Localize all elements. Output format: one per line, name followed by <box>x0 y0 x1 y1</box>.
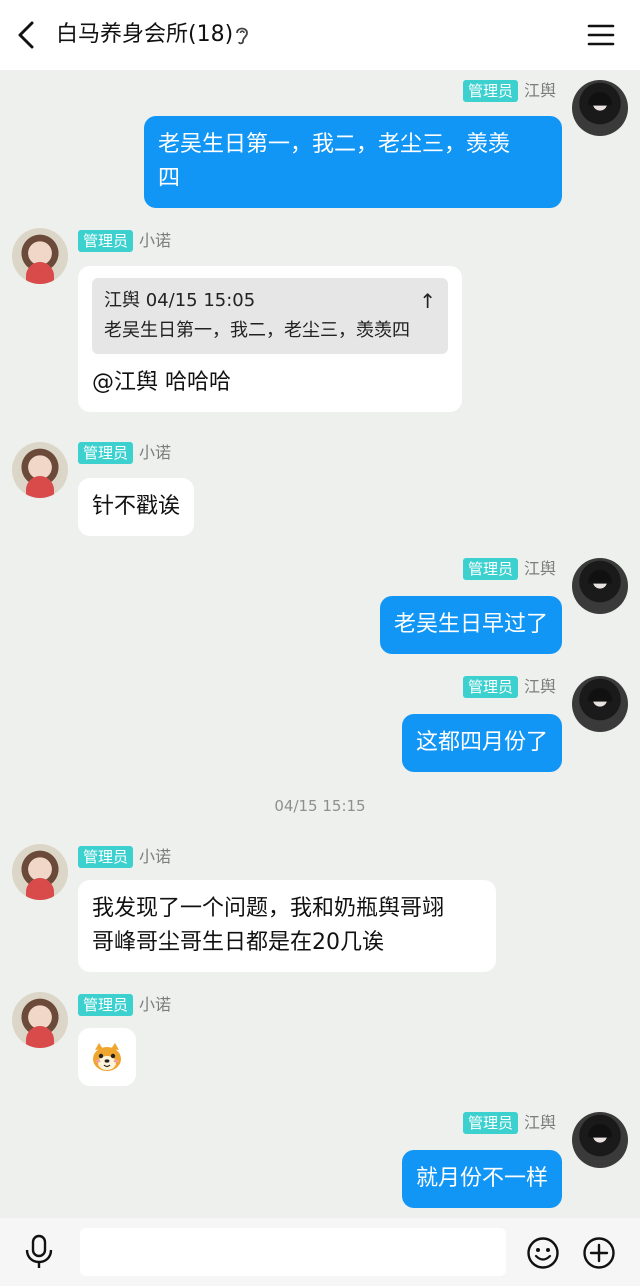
sender-info: 管理员 小诺 <box>78 846 171 868</box>
admin-badge: 管理员 <box>462 80 518 102</box>
quote-text: 老吴生日第一，我二，老尘三，羡羡四 <box>104 320 410 341</box>
message-bubble[interactable]: 老吴生日第一，我二，老尘三，羡羡 四 <box>144 116 562 208</box>
admin-badge: 管理员 <box>462 676 518 698</box>
avatar[interactable] <box>12 442 68 498</box>
admin-badge: 管理员 <box>462 1112 518 1134</box>
message-text: 就月份不一样 <box>415 1166 548 1191</box>
avatar[interactable] <box>572 1112 628 1168</box>
sender-info: 管理员 小诺 <box>78 442 171 464</box>
dog-face-emoji-icon <box>93 1043 121 1071</box>
sender-info: 管理员 江舆 <box>462 676 556 698</box>
admin-badge: 管理员 <box>78 994 134 1016</box>
message-bubble[interactable]: 就月份不一样 <box>401 1150 562 1208</box>
jump-to-original-icon[interactable]: ↑ <box>419 286 436 316</box>
chat-header: 白马养身会所(18) <box>0 0 640 70</box>
sender-name: 江舆 <box>523 559 556 578</box>
admin-badge: 管理员 <box>462 558 518 580</box>
message-bubble[interactable] <box>78 1028 136 1086</box>
admin-badge: 管理员 <box>78 442 134 464</box>
message-text: @江舆 哈哈哈 <box>92 370 231 395</box>
message-bubble[interactable]: 针不戳诶 <box>78 478 195 536</box>
sender-info: 管理员 小诺 <box>78 230 171 252</box>
sender-info: 管理员 江舆 <box>462 1112 556 1134</box>
avatar[interactable] <box>572 80 628 136</box>
back-arrow-icon[interactable] <box>14 20 42 50</box>
sender-info: 管理员 江舆 <box>462 558 556 580</box>
sender-info: 管理员 小诺 <box>78 994 171 1016</box>
message-input[interactable] <box>80 1228 506 1276</box>
group-title: 白马养身会所(18) <box>56 22 234 47</box>
avatar[interactable] <box>12 992 68 1048</box>
sender-info: 管理员 江舆 <box>462 80 556 102</box>
input-bar <box>0 1218 640 1286</box>
avatar[interactable] <box>572 676 628 732</box>
message-text-line: 老吴生日第一，我二，老尘三，羡羡 <box>158 132 511 157</box>
timestamp-divider: 04/15 15:15 <box>274 797 366 815</box>
message-text-line: 我发现了一个问题，我和奶瓶舆哥翊 <box>92 896 445 921</box>
message-text: 老吴生日早过了 <box>393 612 548 637</box>
message-bubble[interactable]: 老吴生日早过了 <box>379 596 562 654</box>
plus-icon[interactable] <box>582 1236 616 1270</box>
sender-name: 江舆 <box>523 81 556 100</box>
message-bubble[interactable]: 我发现了一个问题，我和奶瓶舆哥翊 哥峰哥尘哥生日都是在20几诶 <box>78 880 496 972</box>
sender-name: 小诺 <box>139 995 172 1014</box>
sender-name: 小诺 <box>139 847 172 866</box>
message-text: 针不戳诶 <box>92 494 181 519</box>
message-text-line: 四 <box>158 166 181 191</box>
sender-name: 江舆 <box>523 1113 556 1132</box>
ear-icon <box>236 27 248 45</box>
sender-name: 江舆 <box>523 677 556 696</box>
sender-name: 小诺 <box>139 443 172 462</box>
avatar[interactable] <box>12 228 68 284</box>
message-text: 这都四月份了 <box>415 730 548 755</box>
quoted-message[interactable]: 江舆 04/15 15:05 ↑ 老吴生日第一，我二，老尘三，羡羡四 <box>92 278 448 354</box>
menu-icon[interactable] <box>586 22 616 48</box>
quote-meta: 江舆 04/15 15:05 <box>104 290 256 311</box>
avatar[interactable] <box>12 844 68 900</box>
microphone-icon[interactable] <box>24 1234 54 1270</box>
message-list[interactable]: 管理员 江舆 老吴生日第一，我二，老尘三，羡羡 四 管理员 小诺 江舆 04/1… <box>0 70 640 1218</box>
message-bubble[interactable]: 这都四月份了 <box>401 714 562 772</box>
message-text-line: 哥峰哥尘哥生日都是在20几诶 <box>92 930 384 955</box>
avatar[interactable] <box>572 558 628 614</box>
emoji-icon[interactable] <box>526 1236 560 1270</box>
admin-badge: 管理员 <box>78 846 134 868</box>
admin-badge: 管理员 <box>78 230 134 252</box>
message-bubble[interactable]: 江舆 04/15 15:05 ↑ 老吴生日第一，我二，老尘三，羡羡四 @江舆 哈… <box>78 266 462 412</box>
sender-name: 小诺 <box>139 231 172 250</box>
